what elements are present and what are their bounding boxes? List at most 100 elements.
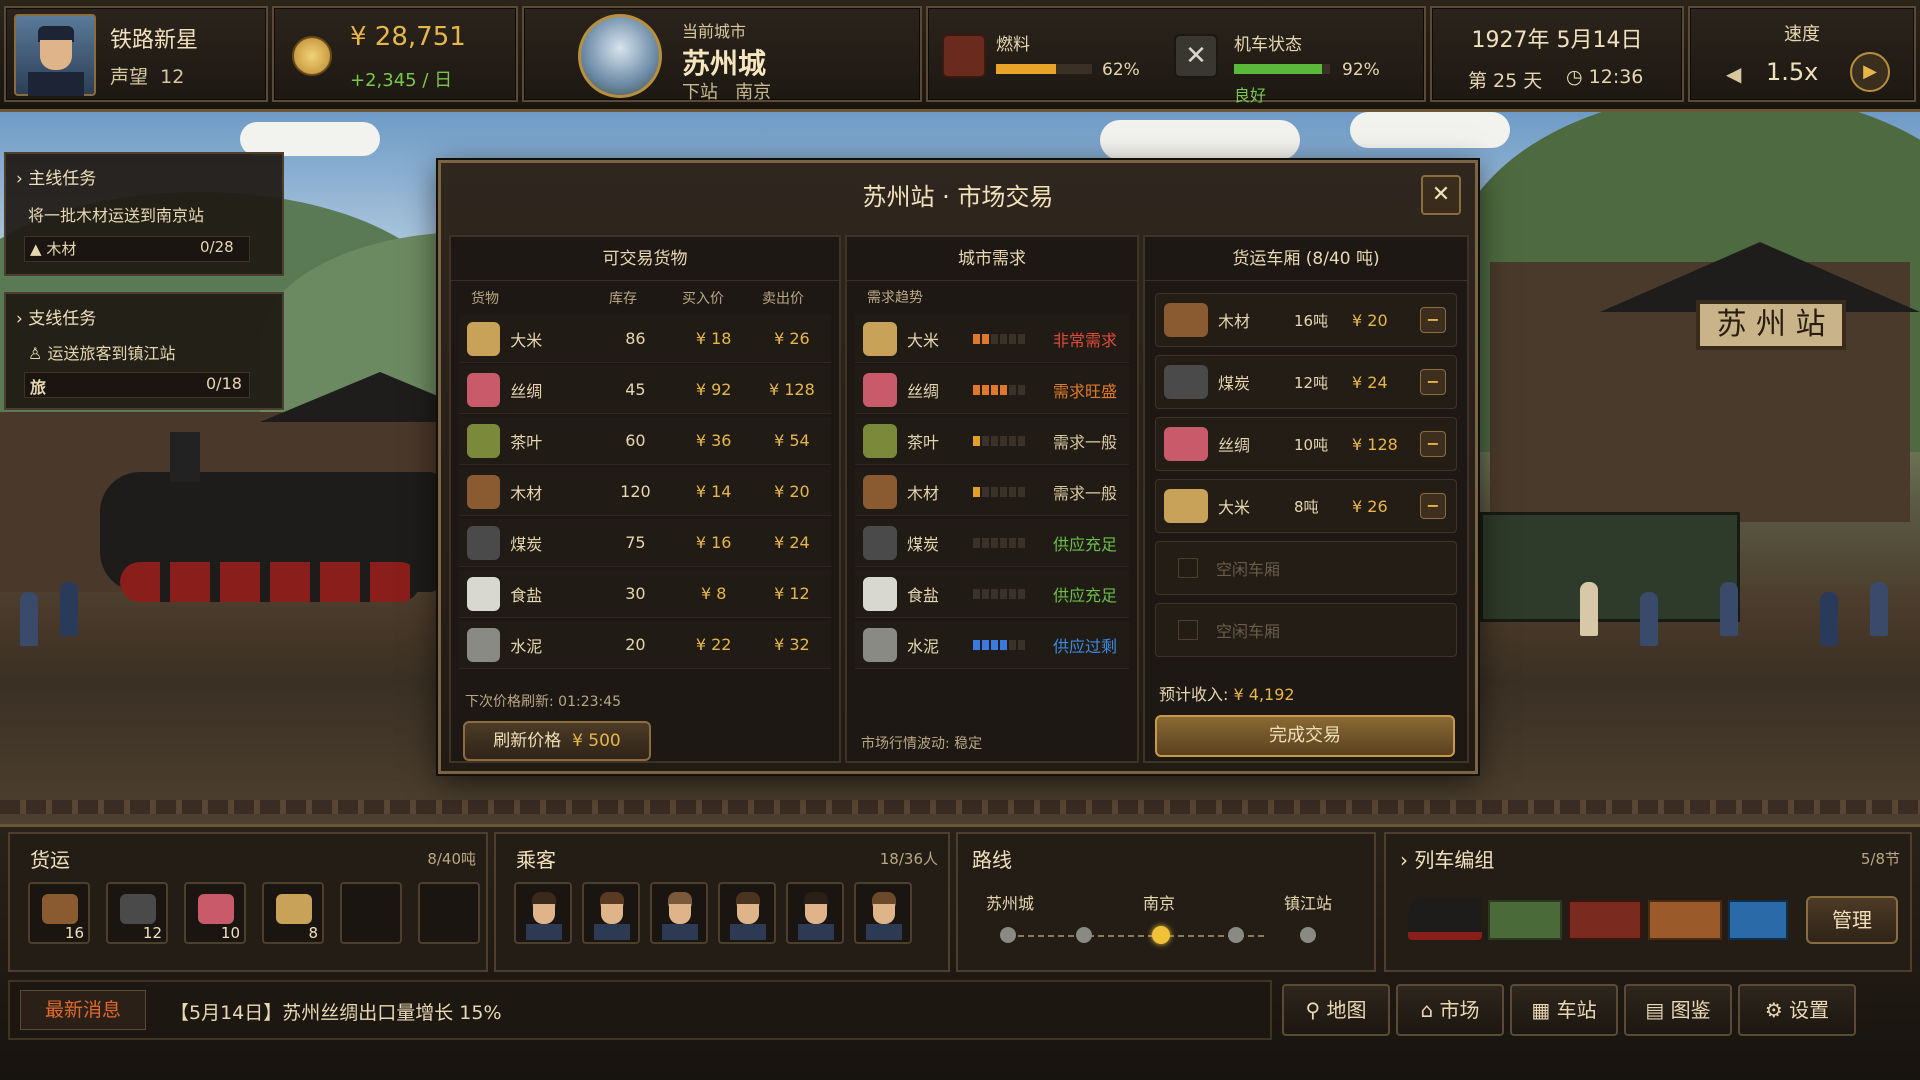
freight-slot[interactable]: 16 <box>28 882 90 944</box>
market-button[interactable]: ⌂ 市场 <box>1396 984 1504 1036</box>
side-quest-panel[interactable]: › 支线任务 ♙ 运送旅客到镇江站 旅 0/18 <box>4 292 284 410</box>
cargo-row[interactable]: 煤炭 12吨 ¥ 24 − <box>1155 355 1457 409</box>
freight-slot-empty[interactable] <box>340 882 402 944</box>
freight-slot-qty: 16 <box>64 924 84 942</box>
map-button[interactable]: ⚲ 地图 <box>1282 984 1390 1036</box>
player-avatar[interactable] <box>14 14 96 96</box>
freight-slot-qty: 10 <box>220 924 240 942</box>
goods-buy-price: ¥ 8 <box>700 584 727 603</box>
demand-bar-segment <box>1018 537 1025 548</box>
reputation-value: 12 <box>160 66 185 88</box>
goods-stock: 86 <box>625 329 646 348</box>
remove-cargo-button[interactable]: − <box>1420 431 1446 457</box>
complete-trade-button[interactable]: 完成交易 <box>1155 715 1455 757</box>
lumber-car-icon[interactable] <box>1648 900 1722 940</box>
salt-icon <box>863 576 897 611</box>
cargo-row[interactable]: 木材 16吨 ¥ 20 − <box>1155 293 1457 347</box>
demand-row[interactable]: 茶叶 需求一般 <box>855 417 1129 465</box>
wood-icon <box>42 894 78 924</box>
route-node-current[interactable] <box>1152 926 1170 944</box>
locomotive-icon[interactable] <box>1408 898 1482 940</box>
demand-row[interactable]: 食盐 供应充足 <box>855 570 1129 618</box>
demand-row[interactable]: 煤炭 供应充足 <box>855 519 1129 567</box>
demand-bar <box>973 333 1053 344</box>
freight-slot[interactable]: 8 <box>262 882 324 944</box>
demand-row[interactable]: 水泥 供应过剩 <box>855 621 1129 669</box>
empty-car-slot[interactable]: 空闲车厢 <box>1155 541 1457 595</box>
cargo-row[interactable]: 大米 8吨 ¥ 26 − <box>1155 479 1457 533</box>
freight-slot[interactable]: 10 <box>184 882 246 944</box>
reputation-label: 声望 <box>110 66 149 88</box>
fuel-bar-fill <box>996 64 1056 74</box>
money-rate: +2,345 / 日 <box>350 70 453 91</box>
passenger-slot[interactable] <box>650 882 708 944</box>
empty-car-slot[interactable]: 空闲车厢 <box>1155 603 1457 657</box>
boxcar-icon[interactable] <box>1568 900 1642 940</box>
goods-row[interactable]: 大米 86 ¥ 18 ¥ 26 <box>459 315 831 363</box>
tank-car-icon[interactable] <box>1728 900 1788 940</box>
demand-row[interactable]: 丝绸 需求旺盛 <box>855 366 1129 414</box>
settings-button[interactable]: ⚙ 设置 <box>1738 984 1856 1036</box>
goods-row[interactable]: 食盐 30 ¥ 8 ¥ 12 <box>459 570 831 618</box>
refresh-cost: ¥ 500 <box>572 731 621 751</box>
freight-slot[interactable]: 12 <box>106 882 168 944</box>
route-title: 路线 <box>972 848 1012 872</box>
catalog-button[interactable]: ▤ 图鉴 <box>1624 984 1732 1036</box>
goods-row[interactable]: 丝绸 45 ¥ 92 ¥ 128 <box>459 366 831 414</box>
passenger-slot[interactable] <box>854 882 912 944</box>
wood-icon <box>863 474 897 509</box>
route-node[interactable] <box>1076 927 1092 943</box>
player-name: 铁路新星 <box>110 28 199 53</box>
passenger-slot[interactable] <box>514 882 572 944</box>
passenger-title: 乘客 <box>516 848 556 872</box>
goods-name: 煤炭 <box>510 534 543 554</box>
wrench-icon: ✕ <box>1174 34 1218 78</box>
passenger-slot[interactable] <box>786 882 844 944</box>
demand-row[interactable]: 木材 需求一般 <box>855 468 1129 516</box>
goods-row[interactable]: 水泥 20 ¥ 22 ¥ 32 <box>459 621 831 669</box>
cargo-name: 大米 <box>1218 498 1251 517</box>
player-card: 铁路新星 声望 12 <box>4 6 268 102</box>
cargo-quantity: 8吨 <box>1294 497 1319 516</box>
demand-status: 供应充足 <box>1053 585 1118 605</box>
goods-row[interactable]: 木材 120 ¥ 14 ¥ 20 <box>459 468 831 516</box>
route-node[interactable] <box>1000 927 1016 943</box>
demand-goods-name: 大米 <box>907 330 940 350</box>
demand-status: 需求一般 <box>1053 483 1118 503</box>
silk-icon <box>467 372 501 407</box>
goods-row[interactable]: 煤炭 75 ¥ 16 ¥ 24 <box>459 519 831 567</box>
passenger-slot[interactable] <box>718 882 776 944</box>
freight-slot-empty[interactable] <box>418 882 480 944</box>
demand-bar-segment <box>1018 333 1025 344</box>
station-button[interactable]: ▦ 车站 <box>1510 984 1618 1036</box>
city-emblem-icon[interactable] <box>578 14 662 98</box>
goods-row[interactable]: 茶叶 60 ¥ 36 ¥ 54 <box>459 417 831 465</box>
refresh-prices-button[interactable]: 刷新价格 ¥ 500 <box>463 721 651 761</box>
goods-sell-price: ¥ 20 <box>774 482 810 501</box>
map-button-label: 地图 <box>1326 998 1367 1022</box>
remove-cargo-button[interactable]: − <box>1420 307 1446 333</box>
cargo-row[interactable]: 丝绸 10吨 ¥ 128 − <box>1155 417 1457 471</box>
route-panel: 路线 苏州城 南京 镇江站 <box>956 832 1376 972</box>
coal-icon <box>120 894 156 924</box>
route-node[interactable] <box>1300 927 1316 943</box>
route-stop-label: 南京 <box>1143 894 1176 913</box>
demand-status: 需求一般 <box>1053 432 1118 452</box>
remove-cargo-button[interactable]: − <box>1420 493 1446 519</box>
passenger-car-icon[interactable] <box>1488 900 1562 940</box>
close-button[interactable]: ✕ <box>1421 175 1461 215</box>
demand-header: 需求趋势 <box>867 290 923 306</box>
manage-train-button[interactable]: 管理 <box>1806 896 1898 944</box>
route-node[interactable] <box>1228 927 1244 943</box>
main-quest-panel[interactable]: › 主线任务 将一批木材运送到南京站 ▲ 木材 0/28 <box>4 152 284 276</box>
speed-decrease-button[interactable]: ◀ <box>1726 62 1741 86</box>
cargo-quantity: 10吨 <box>1294 435 1329 454</box>
remove-cargo-button[interactable]: − <box>1420 369 1446 395</box>
cargo-car-panel: 货运车厢 (8/40 吨) 木材 16吨 ¥ 20 − 煤炭 12吨 ¥ 24 − 丝绸 10吨 ¥… <box>1143 235 1469 763</box>
demand-bar <box>973 588 1053 599</box>
play-button[interactable]: ▶ <box>1850 52 1890 92</box>
passenger-slot[interactable] <box>582 882 640 944</box>
goods-buy-price: ¥ 16 <box>695 533 732 552</box>
cement-icon <box>467 627 501 662</box>
demand-row[interactable]: 大米 非常需求 <box>855 315 1129 363</box>
